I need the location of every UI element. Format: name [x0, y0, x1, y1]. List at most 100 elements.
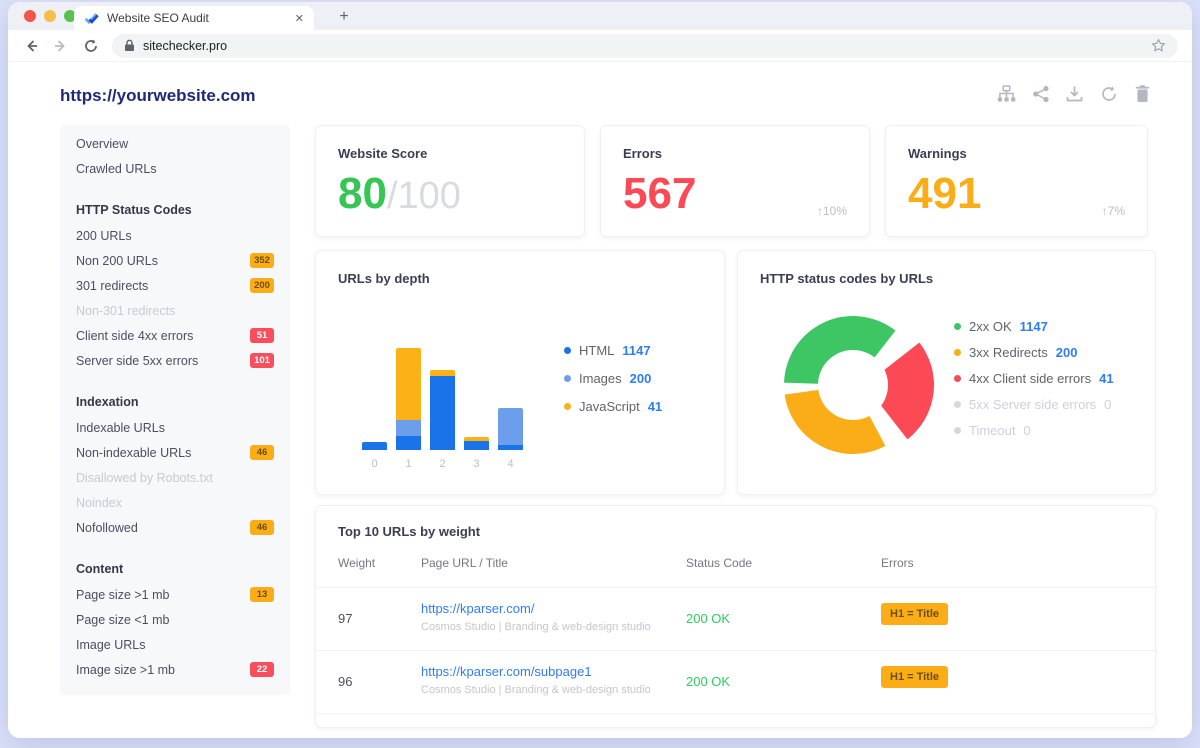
cell-error-badge: H1 = Title [881, 603, 948, 625]
legend-value: 1147 [1020, 319, 1048, 334]
legend-item-5xx-server-side-errors: 5xx Server side errors 0 [954, 397, 1114, 412]
bar-segment-images [396, 420, 421, 436]
top-urls-card: Top 10 URLs by weight Weight Page URL / … [315, 505, 1156, 728]
lock-icon [124, 39, 135, 52]
sidebar-item-server-side-5xx-errors[interactable]: Server side 5xx errors101 [60, 348, 290, 373]
legend-item-2xx-ok: 2xx OK 1147 [954, 319, 1114, 334]
reload-icon[interactable] [82, 37, 100, 55]
urls-by-depth-title: URLs by depth [338, 271, 430, 286]
cell-page-url-link[interactable]: https://kparser.com/ [421, 601, 534, 616]
legend-item-images: Images 200 [564, 371, 662, 386]
favicon-sitechecker-icon [84, 11, 99, 26]
sidebar-item-crawled-urls[interactable]: Crawled URLs [60, 156, 290, 181]
sidebar-item-label: Nofollowed [76, 521, 250, 535]
sidebar-item-image-urls[interactable]: Image URLs [60, 632, 290, 657]
donut-hole [818, 350, 888, 420]
table-row: 97https://kparser.com/Cosmos Studio | Br… [316, 587, 1155, 650]
bookmark-star-icon[interactable] [1151, 38, 1166, 53]
bar-segment-html [498, 445, 523, 450]
legend-label: 2xx OK [969, 319, 1012, 334]
http-codes-title: HTTP status codes by URLs [760, 271, 933, 286]
legend-item-timeout: Timeout 0 [954, 423, 1114, 438]
sidebar-item-image-size-1-mb[interactable]: Image size >1 mb22 [60, 657, 290, 682]
delete-icon[interactable] [1133, 84, 1152, 103]
bar-depth-1 [396, 348, 421, 450]
legend-value: 200 [1056, 345, 1078, 360]
sidebar-item-non-indexable-urls[interactable]: Non-indexable URLs46 [60, 440, 290, 465]
sidebar-item-nofollowed[interactable]: Nofollowed46 [60, 515, 290, 540]
close-window-button[interactable] [24, 10, 36, 22]
bar-depth-4 [498, 408, 523, 450]
sidebar-item-label: Overview [76, 137, 274, 151]
download-icon[interactable] [1065, 84, 1084, 103]
tab-close-icon[interactable]: ✕ [295, 12, 304, 25]
sitemap-icon[interactable] [997, 84, 1016, 103]
sidebar-item-overview[interactable]: Overview [60, 131, 290, 156]
sidebar-section-http-status-codes: HTTP Status Codes [60, 198, 290, 223]
sidebar-item-indexable-urls[interactable]: Indexable URLs [60, 415, 290, 440]
urls-by-depth-card: URLs by depth 01234 HTML 1147Images 200J… [315, 250, 725, 495]
dashboard-page: https://yourwebsite.com Ov [8, 62, 1192, 738]
bar-segment-html [464, 441, 489, 450]
sidebar-item-page-size-1-mb[interactable]: Page size <1 mb [60, 607, 290, 632]
count-badge: 352 [250, 253, 274, 268]
sidebar-item-label: Server side 5xx errors [76, 354, 250, 368]
cell-weight: 96 [338, 674, 352, 689]
sidebar-item-label: Non-301 redirects [76, 304, 274, 318]
legend-dot-icon [564, 375, 571, 382]
http-codes-donut-chart [768, 300, 938, 470]
legend-item-javascript: JavaScript 41 [564, 399, 662, 414]
cell-weight: 97 [338, 611, 352, 626]
legend-label: Timeout [969, 423, 1015, 438]
refresh-icon[interactable] [1099, 84, 1118, 103]
legend-label: JavaScript [579, 399, 640, 414]
sidebar-item-non-200-urls[interactable]: Non 200 URLs352 [60, 248, 290, 273]
sidebar-item-301-redirects[interactable]: 301 redirects200 [60, 273, 290, 298]
browser-toolbar: sitechecker.pro [8, 30, 1192, 62]
sidebar-item-noindex: Noindex [60, 490, 290, 515]
report-sidebar: Overview Crawled URLs HTTP Status Codes200… [60, 125, 290, 695]
sidebar-section-content: Content [60, 557, 290, 582]
x-tick-label: 0 [362, 458, 387, 470]
tab-strip: Website SEO Audit ✕ + [8, 2, 1192, 30]
legend-dot-icon [564, 347, 571, 354]
warnings-card: Warnings 491 ↑7% [885, 125, 1148, 237]
table-row: 96https://kparser.com/subpage1Cosmos Stu… [316, 650, 1155, 713]
warnings-label: Warnings [908, 146, 967, 161]
url-text: sitechecker.pro [143, 39, 1143, 53]
legend-dot-icon [954, 401, 961, 408]
sidebar-item-label: Image URLs [76, 638, 274, 652]
col-weight: Weight [338, 556, 375, 570]
forward-icon[interactable] [52, 37, 70, 55]
sidebar-item-non-301-redirects: Non-301 redirects [60, 298, 290, 323]
top-urls-title: Top 10 URLs by weight [338, 524, 480, 539]
depth-chart-legend: HTML 1147 Images 200 JavaScript 41 [564, 343, 662, 414]
minimize-window-button[interactable] [44, 10, 56, 22]
sidebar-item-label: Non-indexable URLs [76, 446, 250, 460]
errors-value: 567 [623, 170, 696, 218]
sidebar-item-client-side-4xx-errors[interactable]: Client side 4xx errors51 [60, 323, 290, 348]
cell-page-url-link[interactable]: https://kparser.com/subpage1 [421, 664, 592, 679]
legend-item-html: HTML 1147 [564, 343, 662, 358]
cell-status-code: 200 OK [686, 611, 730, 626]
back-icon[interactable] [22, 37, 40, 55]
sidebar-item-200-urls[interactable]: 200 URLs [60, 223, 290, 248]
sidebar-item-page-size-1-mb[interactable]: Page size >1 mb13 [60, 582, 290, 607]
browser-tab[interactable]: Website SEO Audit ✕ [74, 6, 314, 30]
website-score-card: Website Score 80/100 [315, 125, 585, 237]
cell-status-code: 200 OK [686, 674, 730, 689]
count-badge: 46 [250, 445, 274, 460]
bar-segment-html [430, 376, 455, 450]
sidebar-section-indexation: Indexation [60, 390, 290, 415]
report-actions [997, 84, 1152, 103]
legend-value: 0 [1023, 423, 1030, 438]
count-badge: 46 [250, 520, 274, 535]
x-tick-label: 4 [498, 458, 523, 470]
legend-label: 4xx Client side errors [969, 371, 1091, 386]
sidebar-item-label: Page size <1 mb [76, 613, 274, 627]
new-tab-button[interactable]: + [330, 6, 358, 28]
share-icon[interactable] [1031, 84, 1050, 103]
legend-dot-icon [954, 375, 961, 382]
address-bar[interactable]: sitechecker.pro [112, 34, 1178, 58]
col-status-code: Status Code [686, 556, 752, 570]
